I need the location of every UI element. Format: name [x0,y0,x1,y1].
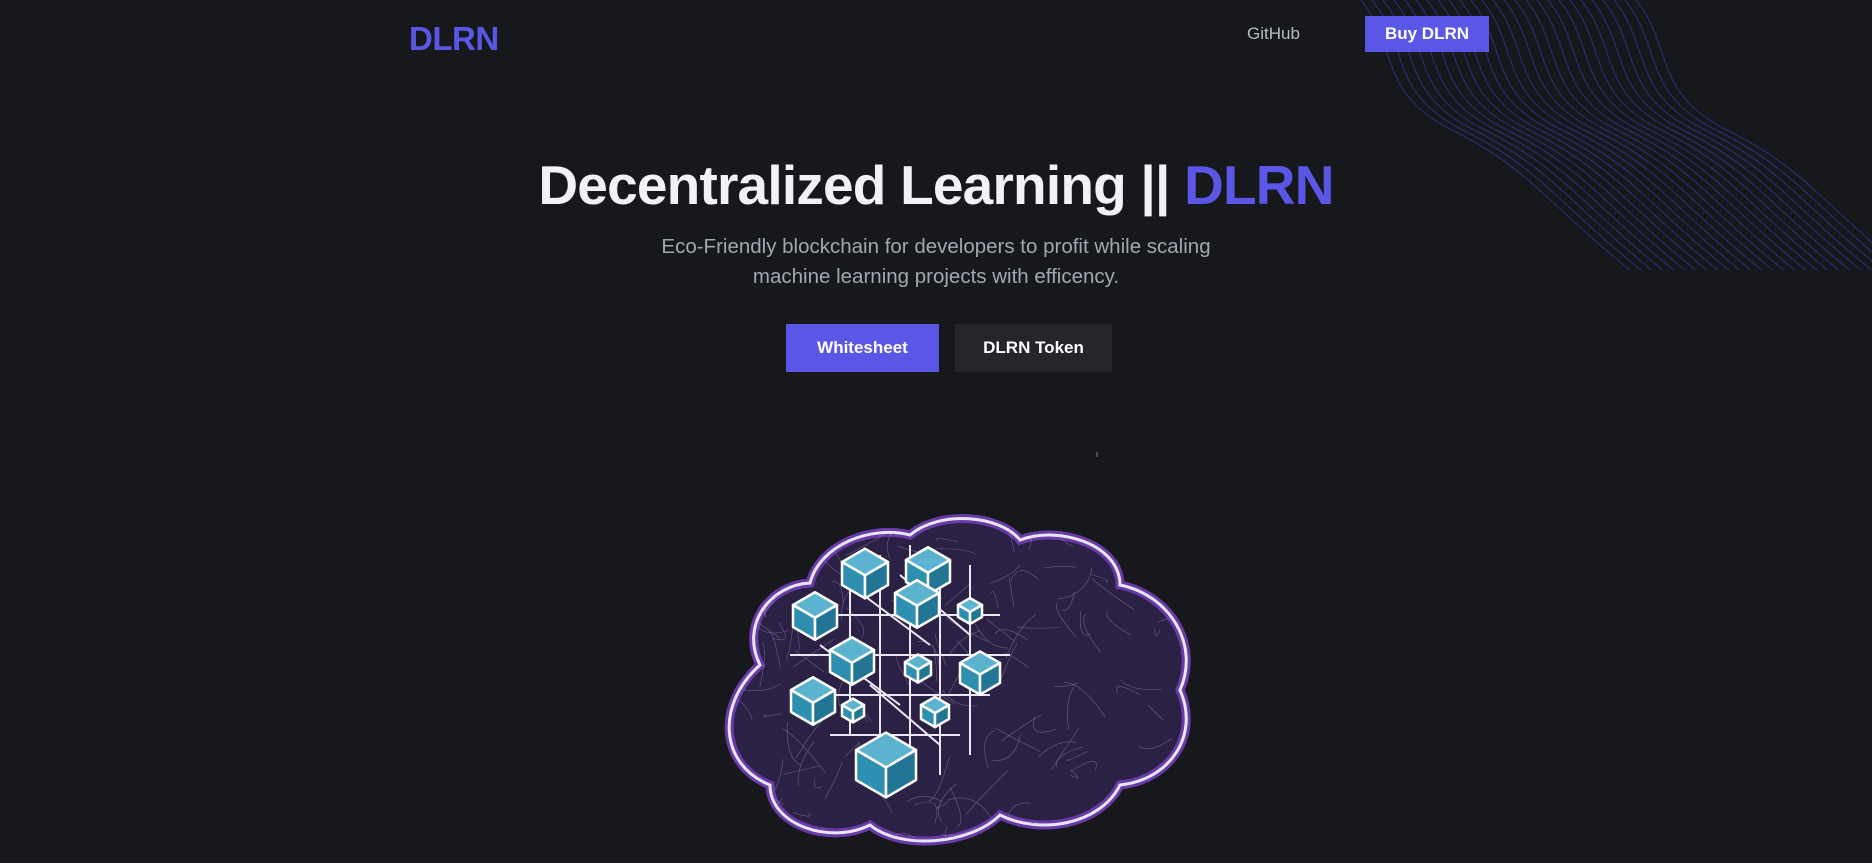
texture-stroke [737,634,752,648]
github-link[interactable]: GitHub [1247,24,1300,44]
brain-outline [724,514,1191,846]
texture-stroke [740,774,751,795]
texture-stroke [740,815,753,840]
hero-title: Decentralized Learning || DLRN [0,150,1872,220]
texture-stroke [798,528,822,563]
texture-stroke [747,529,777,548]
texture-stroke [1141,781,1167,811]
texture-stroke [1167,518,1187,552]
decorative-speck [1096,452,1098,457]
texture-stroke [774,554,778,578]
cube-icon [840,697,866,724]
dlrn-token-button[interactable]: DLRN Token [955,324,1112,372]
wave-line [1613,0,1872,262]
texture-stroke [751,821,776,842]
texture-stroke [1086,817,1092,842]
cube-icon [956,596,984,626]
texture-stroke [736,636,742,681]
cube-icon [903,653,933,684]
landing-page: DLRN GitHub Buy DLRN Decentralized Learn… [0,0,1872,863]
texture-stroke [729,583,749,629]
buy-dlrn-button[interactable]: Buy DLRN [1365,16,1489,52]
texture-stroke [730,592,752,635]
texture-stroke [1134,537,1170,582]
hero-title-accent: DLRN [1184,154,1334,216]
hero-subtitle: Eco-Friendly blockchain for developers t… [661,235,1211,288]
cube-icon [919,695,951,729]
whitesheet-button[interactable]: Whitesheet [786,324,939,372]
texture-stroke [1119,828,1133,842]
texture-stroke [775,531,785,562]
hero-title-main: Decentralized Learning || [538,154,1185,216]
texture-stroke [1140,562,1162,581]
texture-stroke [1100,822,1111,831]
texture-stroke [1141,518,1160,529]
logo[interactable]: DLRN [409,20,499,58]
wave-line [1624,0,1872,253]
texture-stroke [1127,532,1137,559]
brain-illustration [724,514,1191,846]
